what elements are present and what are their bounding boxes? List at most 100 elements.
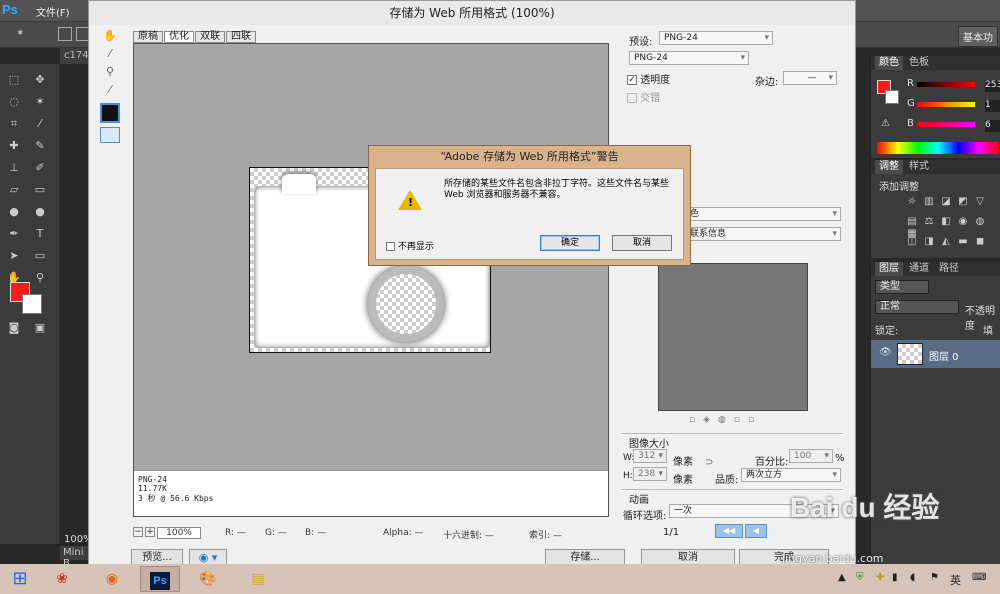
dont-show-checkbox[interactable] [386,242,395,251]
tab-original[interactable]: 原稿 [133,31,163,43]
tab-color[interactable]: 颜色 [875,56,903,70]
zoom-in-icon[interactable]: + [145,527,155,537]
preset-select[interactable]: PNG-24 [659,31,773,45]
tray-keyboard-icon[interactable]: ⌨ [972,572,986,583]
eye-icon[interactable]: 👁 [879,347,892,358]
toggle-slices-icon[interactable] [100,127,120,143]
ok-button[interactable]: 确定 [540,235,600,251]
path-select-icon[interactable]: ➤ [6,248,22,264]
pen-tool-icon[interactable]: ✒ [6,226,22,242]
tray-volume-icon[interactable]: ◖ [910,572,915,583]
tray-up-icon[interactable]: ▲ [838,572,846,583]
magic-wand-icon[interactable]: ✶ [16,28,24,39]
g-value[interactable]: 1 [985,100,1000,112]
tab-paths[interactable]: 路径 [935,262,963,276]
bw-icon[interactable]: ◧ [939,216,953,228]
r-value[interactable]: 253 [985,80,1000,92]
eyedropper-color-swatch[interactable] [100,103,120,123]
file-explorer-icon[interactable]: ▤ [238,566,278,592]
layer-filter-select[interactable]: 类型 [875,280,929,294]
dodge-tool-icon[interactable]: ● [32,204,48,220]
document-tab[interactable]: c174 [60,48,90,64]
tab-swatches[interactable]: 色板 [905,56,933,70]
eraser-tool-icon[interactable]: ▱ [6,182,22,198]
lasso-tool-icon[interactable]: ◌ [6,94,22,110]
selective-color-icon[interactable]: ◼ [973,236,987,248]
b-value[interactable]: 6 [985,120,1000,132]
prev-frame-button[interactable]: ◀ [745,524,767,538]
gradient-map-icon[interactable]: ▬ [956,236,970,248]
workspace-select[interactable]: 基本功 [958,26,998,47]
history-brush-icon[interactable]: ✐ [32,160,48,176]
360-app-icon[interactable]: ❀ [42,566,82,592]
interlaced-checkbox[interactable] [627,93,637,103]
alert-cancel-button[interactable]: 取消 [612,235,672,251]
gradient-tool-icon[interactable]: ▭ [32,182,48,198]
type-tool-icon[interactable]: T [32,226,48,242]
layer-name[interactable]: 图层 0 [929,348,959,363]
tab-styles[interactable]: 样式 [905,160,933,174]
first-frame-button[interactable]: ◀◀ [715,524,743,538]
mini-bridge-tab[interactable]: Mini B [60,546,90,569]
preview-area[interactable]: PNG-24 11.77K 3 秒 @ 56.6 Kbps [133,43,609,517]
eyedropper-tool-icon[interactable]: ⁄ [32,116,48,132]
brush-tool-icon[interactable]: ✎ [32,138,48,154]
curves-icon[interactable]: ◪ [939,196,953,208]
crop-tool-icon[interactable]: ⌗ [6,116,22,132]
quick-mask-icon[interactable]: ◙ [6,320,22,336]
hand-icon[interactable]: ✋ [101,27,119,45]
slice-select-icon[interactable]: ⁄ [101,45,119,63]
zoom-select[interactable]: 100% [157,527,201,539]
firefox-icon[interactable]: ◉ [92,566,132,592]
menu-file[interactable]: 文件(F) [36,4,70,19]
paint-icon[interactable]: 🎨 [188,566,228,592]
blur-tool-icon[interactable]: ● [6,204,22,220]
zoom-out-icon[interactable]: − [133,527,143,537]
selection-mode-icon[interactable] [58,27,72,41]
marquee-tool-icon[interactable]: ⬚ [6,72,22,88]
eyedropper-icon[interactable]: ⁄ [101,81,119,99]
layer-row[interactable]: 👁 图层 0 [871,340,1000,368]
photoshop-taskbar-icon[interactable]: Ps [140,566,180,592]
matte-select[interactable]: — [783,71,837,85]
brightness-icon[interactable]: ☼ [905,196,919,208]
convert-select[interactable]: 色 [685,207,841,221]
input-language[interactable]: 英 [950,572,961,588]
shape-tool-icon[interactable]: ▭ [32,248,48,264]
tray-app-icon[interactable]: ✚ [876,572,884,583]
color-spectrum[interactable] [877,142,999,154]
tray-network-icon[interactable]: ▮ [892,572,898,583]
posterize-icon[interactable]: ◨ [922,236,936,248]
tray-shield-icon[interactable]: ⛨ [856,572,864,583]
tab-optimized[interactable]: 优化 [164,31,194,43]
tab-4up[interactable]: 四联 [226,31,256,43]
background-color-swatch[interactable] [22,294,42,314]
transparency-checkbox[interactable]: ✓ [627,75,637,85]
photo-filter-icon[interactable]: ◉ [956,216,970,228]
windows-start-icon[interactable]: ⊞ [0,566,40,592]
tab-2up[interactable]: 双联 [195,31,225,43]
tab-channels[interactable]: 通道 [905,262,933,276]
percent-field[interactable]: 100 [789,449,833,463]
color-table[interactable] [658,263,808,411]
color-bg-swatch[interactable] [885,90,899,104]
height-field[interactable]: 238 [633,467,667,481]
levels-icon[interactable]: ▥ [922,196,936,208]
screen-mode-icon[interactable]: ▣ [32,320,48,336]
link-icon[interactable]: ⊃ [705,457,713,468]
vibrance-icon[interactable]: ▽ [973,196,987,208]
balance-icon[interactable]: ⚖ [922,216,936,228]
tab-adjustments[interactable]: 调整 [875,160,903,174]
hue-icon[interactable]: ▤ [905,216,919,228]
width-field[interactable]: 312 [633,449,667,463]
color-table-tools[interactable]: ▫◈◍▫▫ [689,415,762,425]
mixer-icon[interactable]: ◍ [973,216,987,228]
tray-flag-icon[interactable]: ⚑ [930,572,939,583]
exposure-icon[interactable]: ◩ [956,196,970,208]
tab-layers[interactable]: 图层 [875,262,903,276]
format-select[interactable]: PNG-24 [629,51,749,65]
quality-select[interactable]: 两次立方 [741,468,841,482]
g-slider[interactable] [917,102,975,112]
threshold-icon[interactable]: ◭ [939,236,953,248]
blend-mode-select[interactable]: 正常 [875,300,959,314]
